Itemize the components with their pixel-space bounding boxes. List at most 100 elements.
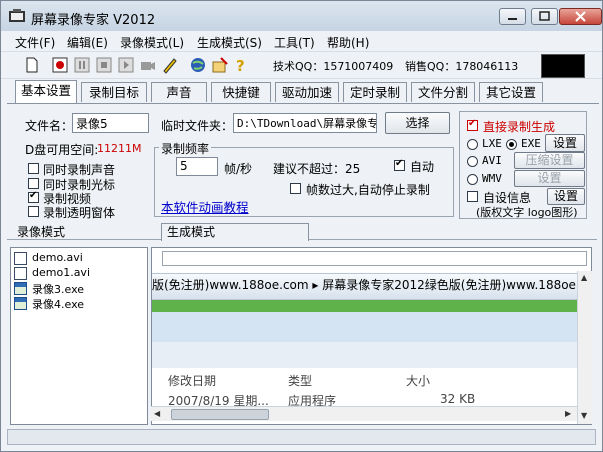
tech-qq: 技术QQ：1571007409 (273, 60, 394, 73)
wmv-settings-button[interactable]: 设置 (514, 170, 585, 187)
record-sound-checkbox[interactable] (28, 163, 39, 174)
section-generate-mode[interactable]: 生成模式 (167, 224, 215, 241)
menu-bar: 文件(F) 编辑(E) 录像模式(L) 生成模式(S) 工具(T) 帮助(H) (1, 31, 602, 51)
direct-generate-label: 直接录制生成 (483, 120, 556, 134)
filename-input[interactable]: 录像5 (72, 113, 149, 133)
minimize-button[interactable] (499, 8, 526, 25)
record-transparent-label: 录制透明窗体 (43, 206, 116, 220)
doc-icon (14, 252, 27, 265)
window-title: 屏幕录像专家 V2012 (31, 13, 156, 28)
doc-icon (14, 267, 27, 280)
maximize-button[interactable] (531, 8, 558, 25)
browse-button[interactable]: 选择 (385, 112, 450, 134)
recording-file-list[interactable]: demo.avi demo1.avi 录像3.exe 录像4.exe (10, 247, 148, 425)
settings-tool-icon[interactable] (211, 56, 229, 74)
tab-hotkeys[interactable]: 快捷键 (211, 82, 271, 102)
scroll-down-icon[interactable]: ▼ (581, 411, 587, 420)
fps-suggest: 建议不超过：25 (273, 162, 361, 176)
tab-sound[interactable]: 声音 (151, 82, 207, 102)
app-icon (9, 9, 25, 22)
preview-box (541, 54, 585, 78)
menu-generate-mode[interactable]: 生成模式(S) (197, 34, 262, 51)
record-video-checkbox[interactable] (28, 190, 39, 203)
tab-basic[interactable]: 基本设置 (15, 80, 77, 103)
menu-help[interactable]: 帮助(H) (327, 34, 369, 51)
file-name: 录像3.exe (32, 283, 85, 296)
settings-tabs: 基本设置 录制目标 声音 快捷键 驱动加速 定时录制 文件分割 其它设置 (1, 80, 602, 103)
format-avi-label: AVI (482, 154, 502, 167)
column-type[interactable]: 类型 (288, 372, 312, 389)
stop-icon[interactable] (95, 56, 113, 74)
file-name: 录像4.exe (32, 298, 85, 311)
close-button[interactable] (559, 8, 602, 25)
tempdir-label: 临时文件夹： (161, 119, 234, 133)
tempdir-input[interactable]: D:\TDownload\屏幕录像专 (233, 113, 377, 133)
preview-pane[interactable]: 版(免注册)www.188oe.com ▸ 屏幕录像专家2012绿色版(免注册)… (151, 247, 592, 425)
close-icon (575, 11, 586, 22)
preview-vertical-scrollbar[interactable]: ▲ ▼ (577, 271, 592, 424)
help-icon[interactable]: ? (231, 56, 249, 74)
auto-stop-checkbox[interactable] (290, 183, 301, 194)
preview-banner: 版(免注册)www.188oe.com ▸ 屏幕录像专家2012绿色版(免注册)… (152, 273, 591, 300)
title-bar[interactable]: 屏幕录像专家 V2012 (1, 1, 602, 31)
preview-horizontal-scrollbar[interactable]: ◀ ▶ (151, 406, 577, 421)
format-exe-label: EXE (521, 137, 541, 150)
fps-auto-checkbox[interactable] (394, 158, 405, 171)
globe-icon[interactable] (189, 56, 207, 74)
file-name: demo.avi (32, 251, 83, 264)
record-icon[interactable] (51, 56, 69, 74)
column-modified-date[interactable]: 修改日期 (168, 372, 216, 389)
format-exe-radio[interactable] (506, 139, 517, 150)
format-wmv-radio[interactable] (467, 174, 478, 185)
row-size: 32 KB (440, 392, 476, 406)
scroll-left-icon[interactable]: ◀ (154, 409, 160, 418)
tab-driver-accel[interactable]: 驱动加速 (275, 82, 339, 102)
disk-space-label: D盘可用空间: (25, 143, 99, 157)
main-window: 屏幕录像专家 V2012 文件(F) 编辑(E) 录像模式(L) 生成模式(S)… (0, 0, 603, 452)
tab-record-target[interactable]: 录制目标 (81, 82, 147, 102)
tab-panel-border (7, 103, 599, 104)
camera-icon[interactable] (139, 56, 157, 74)
section-record-mode[interactable]: 录像模式 (17, 224, 65, 241)
record-transparent-checkbox[interactable] (28, 206, 39, 217)
disk-space-value: 11211M (97, 142, 142, 155)
custom-info-note: (版权文字 logo图形) (476, 206, 578, 219)
exe-icon (14, 297, 27, 310)
menu-record-mode[interactable]: 录像模式(L) (120, 34, 184, 51)
play-icon[interactable] (117, 56, 135, 74)
compression-settings-button[interactable]: 压缩设置 (514, 152, 585, 169)
custom-info-settings-button[interactable]: 设置 (547, 188, 585, 205)
status-bar (7, 429, 596, 445)
tab-scheduled[interactable]: 定时录制 (343, 82, 407, 102)
pause-icon[interactable] (73, 56, 91, 74)
format-avi-radio[interactable] (467, 156, 478, 167)
preview-address-bar (162, 251, 587, 266)
fps-input[interactable]: 5 (176, 157, 218, 176)
pen-icon[interactable] (161, 56, 179, 74)
tab-file-split[interactable]: 文件分割 (411, 82, 475, 102)
fps-auto-label: 自动 (410, 160, 435, 174)
tab-other[interactable]: 其它设置 (479, 82, 543, 102)
fps-unit: 帧/秒 (224, 162, 253, 176)
menu-tools[interactable]: 工具(T) (274, 34, 315, 51)
format-lxe-radio[interactable] (467, 139, 478, 150)
record-cursor-checkbox[interactable] (28, 178, 39, 189)
scroll-up-icon[interactable]: ▲ (581, 273, 587, 282)
column-size[interactable]: 大小 (406, 372, 430, 389)
file-name: demo1.avi (32, 266, 90, 279)
maximize-icon (539, 11, 550, 21)
scroll-thumb[interactable] (171, 409, 269, 420)
toolbar: ? 技术QQ：1571007409 销售QQ：178046113 (1, 51, 602, 79)
menu-file[interactable]: 文件(F) (15, 34, 55, 51)
preview-light-band-2 (152, 342, 591, 368)
exe-settings-button[interactable]: 设置 (545, 134, 585, 152)
direct-generate-checkbox[interactable] (467, 118, 478, 131)
menu-edit[interactable]: 编辑(E) (67, 34, 108, 51)
svg-text:?: ? (236, 57, 245, 74)
custom-info-checkbox[interactable] (467, 191, 478, 202)
new-file-icon[interactable] (23, 56, 41, 74)
minimize-icon (508, 18, 517, 20)
sales-qq: 销售QQ：178046113 (405, 60, 519, 73)
tutorial-link[interactable]: 本软件动画教程 (161, 197, 249, 216)
scroll-right-icon[interactable]: ▶ (565, 409, 571, 418)
